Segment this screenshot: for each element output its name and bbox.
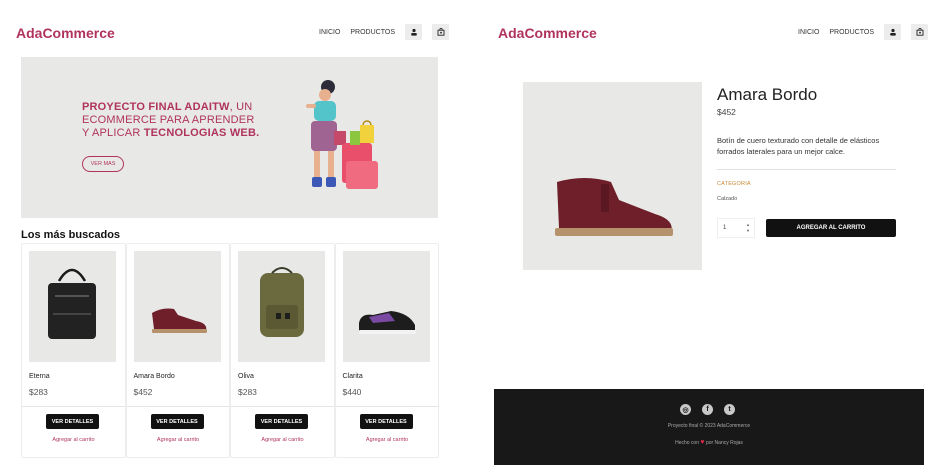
product-card: Clarita $440 VER DETALLES Agregar al car… <box>334 243 439 458</box>
product-detail-screen: AdaCommerce INICIO PRODUCTOS Amara Bordo… <box>486 0 932 474</box>
product-image[interactable] <box>342 251 430 362</box>
user-icon[interactable] <box>884 24 901 40</box>
hero-headline: PROYECTO FINAL ADAITW, UN ECOMMERCE PARA… <box>82 101 260 139</box>
product-name: Amara Bordo <box>133 373 175 380</box>
view-details-button[interactable]: VER DETALLES <box>46 414 99 429</box>
nav-products-link[interactable]: PRODUCTOS <box>350 29 395 36</box>
product-grid: Eterna $283 VER DETALLES Agregar al carr… <box>21 243 439 458</box>
product-price: $283 <box>29 387 48 397</box>
home-screen: AdaCommerce INICIO PRODUCTOS PROYECTO FI… <box>0 0 455 474</box>
nav-products-link[interactable]: PRODUCTOS <box>829 29 874 36</box>
add-to-cart-link[interactable]: Agregar al carrito <box>336 437 439 443</box>
twitter-icon[interactable]: t <box>724 404 735 415</box>
instagram-icon[interactable]: ◎ <box>680 404 691 415</box>
nav-home-link[interactable]: INICIO <box>319 29 340 36</box>
social-links: ◎ f t <box>680 404 735 415</box>
product-name: Oliva <box>238 373 254 380</box>
heart-icon: ♥ <box>700 439 705 446</box>
product-name: Eterna <box>29 373 50 380</box>
brand-logo[interactable]: AdaCommerce <box>16 25 115 41</box>
quantity-stepper[interactable]: 1 ▲ ▼ <box>717 218 755 238</box>
product-image[interactable] <box>133 251 221 362</box>
product-price: $283 <box>238 387 257 397</box>
cart-icon[interactable] <box>432 24 449 40</box>
nav-home-link[interactable]: INICIO <box>798 29 819 36</box>
add-to-cart-link[interactable]: Agregar al carrito <box>127 437 230 443</box>
product-name: Clarita <box>342 373 363 380</box>
product-title: Amara Bordo <box>717 85 818 104</box>
product-price: $452 <box>133 387 153 397</box>
quantity-value: 1 <box>723 225 727 231</box>
product-card: Amara Bordo $452 VER DETALLES Agregar al… <box>125 243 230 458</box>
view-details-button[interactable]: VER DETALLES <box>359 414 413 429</box>
see-more-button[interactable]: VER MAS <box>82 156 124 172</box>
card-divider <box>22 406 125 407</box>
card-divider <box>126 406 230 407</box>
product-image[interactable] <box>238 251 325 362</box>
copyright-text: Proyecto final © 2023 AdaCommerce <box>667 423 751 429</box>
product-card: Oliva $283 VER DETALLES Agregar al carri… <box>230 243 335 458</box>
product-description: Botín de cuero texturado con detalle de … <box>717 136 880 156</box>
category-value: Calzado <box>717 196 738 202</box>
footer: ◎ f t Proyecto final © 2023 AdaCommerce … <box>494 389 924 465</box>
product-price: $452 <box>717 107 736 117</box>
add-to-cart-button[interactable]: AGREGAR AL CARRITO <box>766 219 896 237</box>
main-nav: INICIO PRODUCTOS <box>319 24 449 40</box>
product-price: $440 <box>342 387 362 397</box>
facebook-icon[interactable]: f <box>702 404 713 415</box>
card-divider <box>231 406 334 407</box>
card-divider <box>335 406 439 407</box>
main-nav: INICIO PRODUCTOS <box>798 24 928 40</box>
brand-logo[interactable]: AdaCommerce <box>498 25 597 41</box>
product-card: Eterna $283 VER DETALLES Agregar al carr… <box>21 243 126 458</box>
view-details-button[interactable]: VER DETALLES <box>150 414 204 429</box>
add-to-cart-link[interactable]: Agregar al carrito <box>22 437 125 443</box>
shopping-woman-illustration <box>276 73 406 213</box>
credits-text: Hecho con ♥ por Nancy Rojas <box>675 439 743 446</box>
category-label: CATEGORIA <box>717 181 751 187</box>
product-detail-image <box>523 82 702 270</box>
user-icon[interactable] <box>405 24 422 40</box>
section-title: Los más buscados <box>21 229 121 241</box>
view-details-button[interactable]: VER DETALLES <box>255 414 308 429</box>
cart-icon[interactable] <box>911 24 928 40</box>
stepper-arrows-icon[interactable]: ▲ ▼ <box>746 222 750 234</box>
hero-banner: PROYECTO FINAL ADAITW, UN ECOMMERCE PARA… <box>21 57 438 218</box>
product-image[interactable] <box>29 251 116 362</box>
detail-divider <box>717 169 896 170</box>
add-to-cart-link[interactable]: Agregar al carrito <box>231 437 334 443</box>
